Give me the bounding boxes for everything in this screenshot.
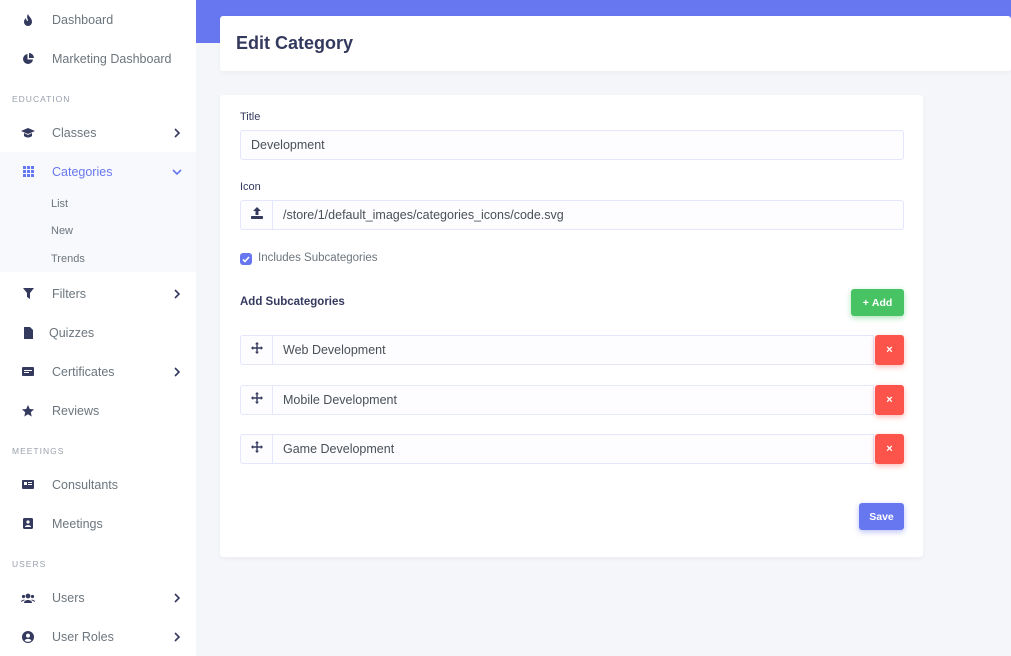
icon-path-input[interactable] [272, 200, 904, 230]
sidebar-item-user-roles[interactable]: User Roles [0, 617, 196, 656]
close-icon: × [886, 443, 893, 455]
certificate-icon [20, 364, 36, 380]
includes-subcategories-checkbox[interactable] [240, 253, 252, 265]
sidebar-item-categories[interactable]: Categories [0, 152, 196, 191]
move-icon [250, 391, 263, 409]
upload-button[interactable] [240, 200, 272, 230]
subcategory-input[interactable] [272, 434, 874, 464]
add-subcategory-button[interactable]: + Add [851, 289, 904, 316]
save-button[interactable]: Save [859, 503, 904, 530]
move-icon [250, 440, 263, 458]
star-icon [20, 403, 36, 419]
file-icon [20, 325, 36, 341]
sidebar-item-label: Classes [52, 125, 97, 140]
remove-subcategory-button[interactable]: × [875, 434, 904, 464]
close-icon: × [886, 394, 893, 406]
grid-icon [20, 164, 36, 180]
sidebar-item-label: User Roles [52, 629, 114, 644]
sidebar-item-label: Categories [52, 164, 113, 179]
sidebar-item-label: Consultants [52, 477, 119, 492]
plus-icon: + [862, 296, 869, 309]
users-icon [20, 590, 36, 606]
subcategory-row: × [240, 385, 904, 415]
sidebar-item-label: Marketing Dashboard [52, 51, 172, 66]
filter-icon [20, 286, 36, 302]
contact-icon [20, 516, 36, 532]
edit-category-form: Title Icon Includes Subcategories Add Su… [220, 95, 923, 557]
add-button-label: Add [871, 296, 893, 309]
remove-subcategory-button[interactable]: × [875, 335, 904, 365]
pie-chart-icon [20, 51, 36, 67]
sidebar-item-label: Meetings [52, 516, 103, 531]
title-input[interactable] [240, 130, 904, 160]
add-subcategories-heading: Add Subcategories [240, 296, 345, 308]
sidebar-item-label: Certificates [52, 364, 115, 379]
sidebar-item-filters[interactable]: Filters [0, 274, 196, 313]
drag-handle[interactable] [240, 434, 272, 464]
remove-subcategory-button[interactable]: × [875, 385, 904, 415]
user-circle-icon [20, 629, 36, 645]
sidebar-item-meetings[interactable]: Meetings [0, 504, 196, 543]
chevron-right-icon [170, 126, 184, 140]
section-heading-users: USERS [12, 559, 47, 569]
section-heading-meetings: MEETINGS [12, 446, 65, 456]
sidebar-item-certificates[interactable]: Certificates [0, 352, 196, 391]
graduation-cap-icon [20, 125, 36, 141]
sidebar-item-users[interactable]: Users [0, 578, 196, 617]
sidebar-item-marketing-dashboard[interactable]: Marketing Dashboard [0, 39, 196, 78]
subcategory-row: × [240, 434, 904, 464]
submenu-item-new[interactable]: New [51, 225, 73, 237]
sidebar-item-reviews[interactable]: Reviews [0, 391, 196, 430]
drag-handle[interactable] [240, 385, 272, 415]
sidebar-item-consultants[interactable]: Consultants [0, 465, 196, 504]
chevron-right-icon [170, 630, 184, 644]
sidebar-item-classes[interactable]: Classes [0, 113, 196, 152]
chevron-right-icon [170, 591, 184, 605]
sidebar-item-dashboard[interactable]: Dashboard [0, 0, 196, 39]
submenu-item-list[interactable]: List [51, 198, 68, 210]
subcategory-row: × [240, 335, 904, 365]
move-icon [250, 341, 263, 359]
sidebar-item-label: Reviews [52, 403, 100, 418]
page-title: Edit Category [236, 33, 354, 53]
section-heading-education: EDUCATION [12, 94, 71, 104]
icon-input-group [240, 200, 904, 230]
subcategory-input[interactable] [272, 385, 874, 415]
sidebar-item-label: Quizzes [49, 325, 95, 340]
section-header: Edit Category [220, 16, 1011, 71]
sidebar-item-quizzes[interactable]: Quizzes [0, 313, 196, 352]
sidebar-item-label: Dashboard [52, 12, 114, 27]
title-label: Title [240, 111, 261, 123]
fire-icon [20, 12, 36, 28]
chevron-right-icon [170, 365, 184, 379]
includes-subcategories-label[interactable]: Includes Subcategories [258, 252, 378, 264]
close-icon: × [886, 344, 893, 356]
subcategory-input[interactable] [272, 335, 874, 365]
id-card-icon [20, 477, 36, 493]
icon-label: Icon [240, 181, 261, 193]
upload-icon [250, 206, 263, 224]
categories-submenu [0, 190, 196, 272]
drag-handle[interactable] [240, 335, 272, 365]
sidebar-item-label: Filters [52, 286, 87, 301]
submenu-item-trends[interactable]: Trends [51, 253, 85, 265]
chevron-right-icon [170, 287, 184, 301]
check-icon [242, 250, 250, 268]
sidebar-item-label: Users [52, 590, 85, 605]
chevron-down-icon [170, 165, 184, 179]
sidebar: Dashboard Marketing Dashboard EDUCATION … [0, 0, 196, 656]
